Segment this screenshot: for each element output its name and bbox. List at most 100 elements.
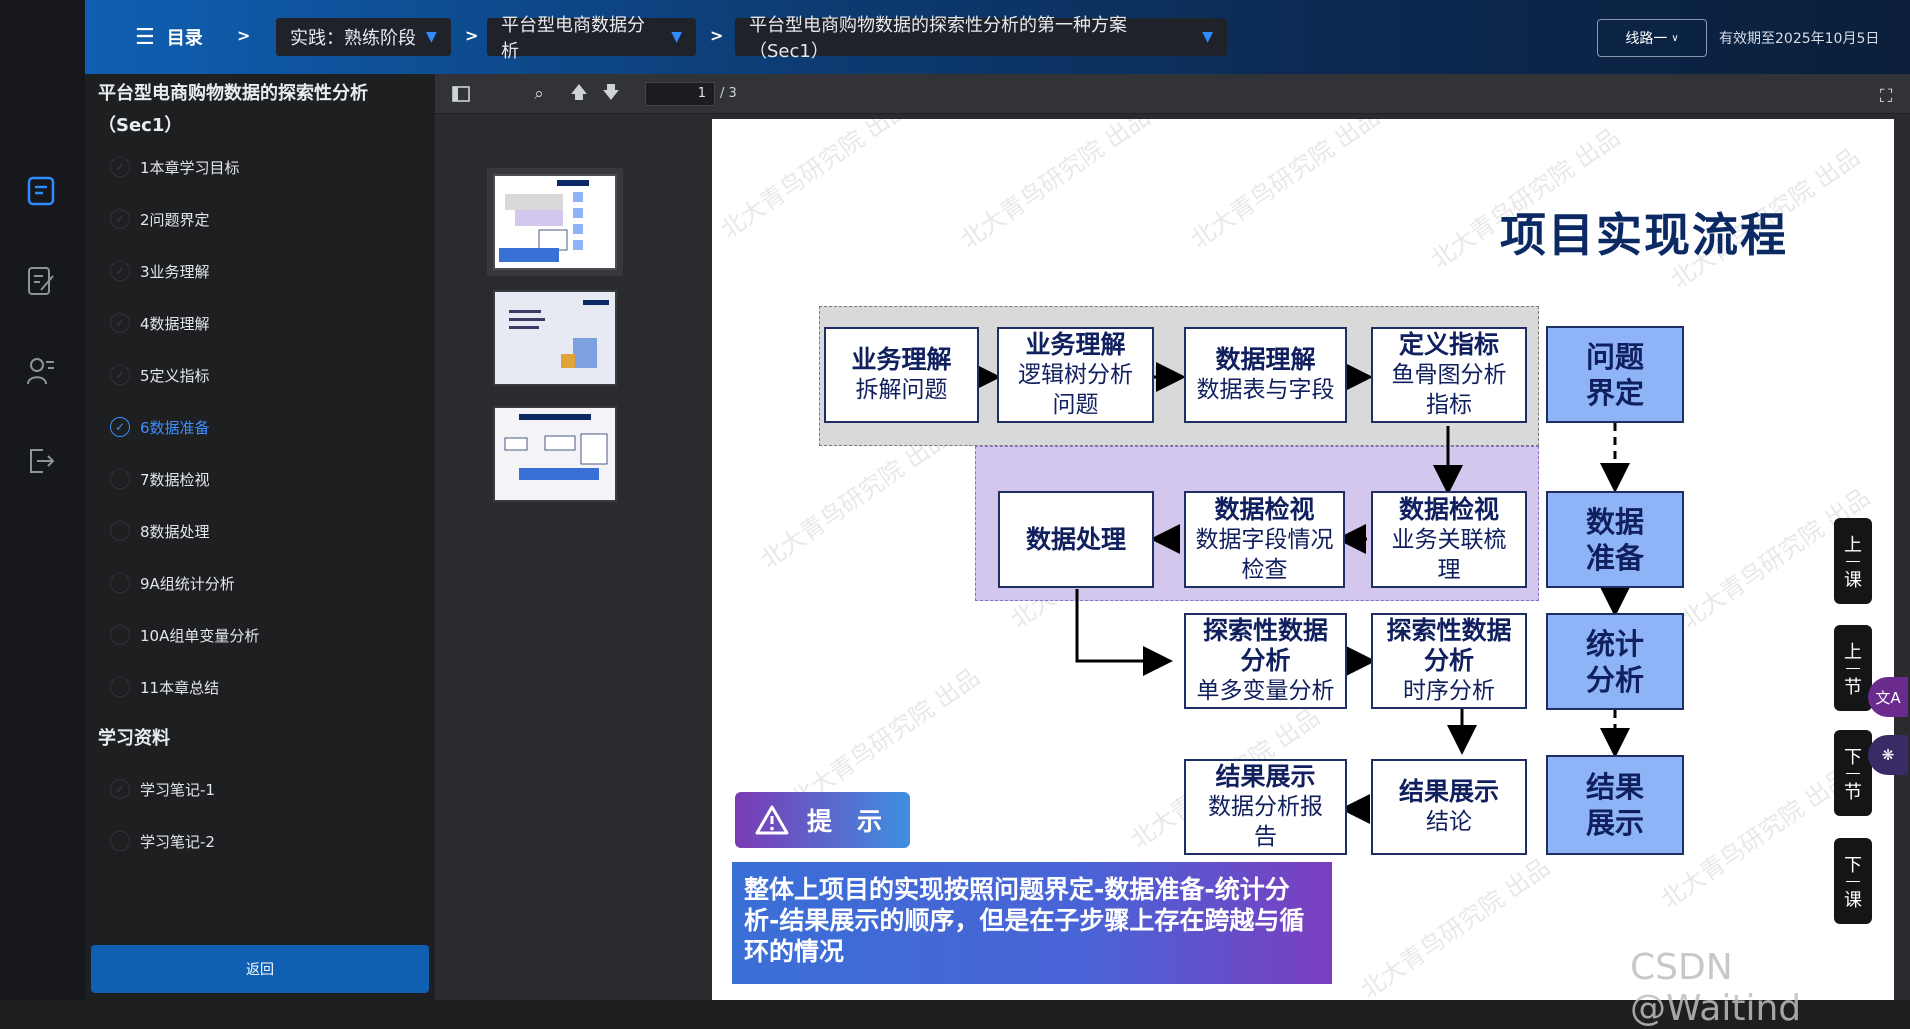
list-item-label: 2问题界定 — [140, 210, 210, 229]
users-icon[interactable] — [24, 354, 58, 388]
circle-icon — [110, 573, 130, 593]
route-label: 线路一 — [1625, 31, 1668, 47]
chapter-sidebar: 平台型电商购物数据的探索性分析（Sec1） ✓ 1本章学习目标 ✓ 2问题界定 ✓ 3… — [85, 74, 435, 1000]
list-item-label: 4数据理解 — [140, 314, 210, 333]
thumbnail-page-2[interactable] — [493, 290, 617, 386]
prev-lesson-button[interactable]: 上课 — [1834, 518, 1872, 604]
list-item[interactable]: 7数据检视 — [110, 464, 410, 494]
flow-box-title: 探索性数据分析 — [1386, 616, 1512, 675]
viewer-toolbar: ⌕ 🡅 🡇 1 / 3 — [435, 74, 1910, 114]
materials-title: 学习资料 — [98, 728, 170, 749]
breadcrumb-separator: > — [710, 26, 724, 45]
breadcrumb-lesson[interactable]: 平台型电商购物数据的探索性分析的第一种方案（Sec1） ▼ — [735, 15, 1227, 62]
list-item-label: 3业务理解 — [140, 262, 210, 281]
hint-label: 提 示 — [807, 807, 883, 836]
flow-box-title: 数据处理 — [1025, 524, 1126, 554]
list-item[interactable]: ✓ 1本章学习目标 — [110, 152, 410, 182]
material-item-label: 学习笔记-2 — [140, 832, 215, 851]
circle-icon — [110, 521, 130, 541]
nav-char: 课 — [1844, 569, 1862, 591]
arrow-down-icon[interactable]: 🡇 — [597, 80, 625, 108]
list-item-label: 6数据准备 — [140, 418, 210, 437]
list-item[interactable]: 11本章总结 — [110, 672, 410, 702]
flow-box-business-1: 业务理解 拆解问题 — [824, 327, 979, 423]
back-button[interactable]: 返回 — [91, 945, 429, 993]
flow-box-subtitle: 结论 — [1426, 809, 1472, 835]
nav-char: 节 — [1844, 781, 1862, 803]
list-item[interactable]: ✓ 5定义指标 — [110, 360, 410, 390]
page-number-input[interactable]: 1 — [645, 82, 715, 106]
flow-box-title: 数据理解 — [1215, 345, 1316, 374]
thumbnail-page-1[interactable] — [493, 174, 617, 270]
circle-icon — [110, 677, 130, 697]
exit-icon[interactable] — [24, 444, 58, 478]
list-item-label: 9A组统计分析 — [140, 574, 235, 593]
hint-text: 整体上项目的实现按照问题界定-数据准备-统计分析-结果展示的顺序，但是在子步骤上… — [732, 862, 1332, 984]
page-total: / 3 — [720, 86, 737, 101]
list-item[interactable]: 8数据处理 — [110, 516, 410, 546]
route-select[interactable]: 线路一 ∨ — [1597, 19, 1707, 57]
translate-icon[interactable]: 文A — [1868, 677, 1908, 717]
flow-box-subtitle: 逻辑树分析问题 — [1018, 362, 1133, 418]
flow-box-business-2: 业务理解 逻辑树分析问题 — [997, 327, 1154, 423]
check-circle-icon: ✓ — [110, 313, 130, 333]
ai-brain-icon[interactable]: ❋ — [1868, 735, 1908, 775]
flow-box-subtitle: 数据分析报告 — [1208, 794, 1323, 850]
circle-icon — [110, 625, 130, 645]
catalog-menu-button[interactable]: ☰ 目录 — [135, 22, 203, 52]
document-icon[interactable] — [24, 174, 58, 208]
breadcrumb-lesson-label: 平台型电商购物数据的探索性分析的第一种方案（Sec1） — [749, 15, 1127, 62]
chevron-down-icon: ∨ — [1671, 32, 1679, 44]
list-item[interactable]: ✓ 3业务理解 — [110, 256, 410, 286]
breadcrumb-separator: > — [465, 26, 479, 45]
fullscreen-icon[interactable]: ⛶ — [1874, 84, 1898, 108]
slide-page: 北大青鸟研究院 出品 北大青鸟研究院 出品 北大青鸟研究院 出品 北大青鸟研究院… — [712, 119, 1894, 1000]
chapter-title: 平台型电商购物数据的探索性分析（Sec1） — [98, 83, 368, 136]
sidebar-toggle-icon[interactable] — [447, 80, 475, 108]
stage-statistical-analysis: 统计分析 — [1546, 613, 1684, 710]
flow-box-title: 业务理解 — [1025, 330, 1126, 359]
material-item[interactable]: 学习笔记-2 — [110, 826, 410, 856]
flow-box-result-conclusion: 结果展示 结论 — [1371, 759, 1527, 855]
list-item-label: 7数据检视 — [140, 470, 210, 489]
breadcrumb-stage-label: 实践：熟练阶段 — [290, 28, 416, 49]
nav-char: 上 — [1844, 534, 1862, 556]
list-item-label: 10A组单变量分析 — [140, 626, 260, 645]
flow-box-subtitle: 鱼骨图分析指标 — [1391, 362, 1507, 418]
next-section-button[interactable]: 下节 — [1834, 730, 1872, 816]
nav-char: 上 — [1844, 641, 1862, 663]
flow-box-title: 数据检视 — [1214, 494, 1315, 524]
flow-box-subtitle: 单多变量分析 — [1196, 678, 1335, 704]
stage-data-preparation: 数据准备 — [1546, 491, 1684, 588]
breadcrumb-stage[interactable]: 实践：熟练阶段 ▼ — [276, 18, 451, 56]
flow-box-define-metrics: 定义指标 鱼骨图分析指标 — [1371, 327, 1527, 423]
icon-rail — [0, 74, 85, 1000]
circle-icon — [110, 469, 130, 489]
flow-box-eda-variables: 探索性数据分析 单多变量分析 — [1184, 613, 1347, 709]
pdf-viewer: ⌕ 🡅 🡇 1 / 3 北大青鸟研究院 出品 北大青鸟研究院 出品 北大青鸟研究… — [435, 74, 1910, 1000]
list-item[interactable]: ✓ 2问题界定 — [110, 204, 410, 234]
list-item[interactable]: 9A组统计分析 — [110, 568, 410, 598]
flow-box-title: 定义指标 — [1398, 330, 1499, 359]
stage-problem-definition: 问题界定 — [1546, 326, 1684, 423]
breadcrumb-course[interactable]: 平台型电商数据分析 ▼ — [487, 15, 696, 62]
flow-box-check-fields: 数据检视 数据字段情况检查 — [1184, 491, 1345, 588]
search-icon[interactable]: ⌕ — [525, 80, 553, 108]
thumbnail-page-3[interactable] — [493, 406, 617, 502]
notes-icon[interactable] — [24, 264, 58, 298]
material-item[interactable]: ✓ 学习笔记-1 — [110, 774, 410, 804]
check-circle-icon: ✓ — [110, 417, 130, 437]
caret-down-icon: ▼ — [426, 29, 437, 45]
flow-box-subtitle: 数据表与字段 — [1196, 377, 1335, 403]
stage-result-presentation: 结果展示 — [1546, 755, 1684, 855]
flow-box-title: 业务理解 — [851, 345, 952, 374]
prev-section-button[interactable]: 上节 — [1834, 625, 1872, 711]
flow-box-title: 探索性数据分析 — [1202, 616, 1328, 675]
next-lesson-button[interactable]: 下课 — [1834, 838, 1872, 924]
arrow-up-icon[interactable]: 🡅 — [565, 80, 593, 108]
csdn-watermark: CSDN @Waitind — [1630, 947, 1802, 1029]
list-item[interactable]: ✓ 4数据理解 — [110, 308, 410, 338]
list-item-active[interactable]: ✓ 6数据准备 — [110, 412, 410, 442]
thumbnail-panel — [435, 114, 710, 1000]
list-item[interactable]: 10A组单变量分析 — [110, 620, 410, 650]
